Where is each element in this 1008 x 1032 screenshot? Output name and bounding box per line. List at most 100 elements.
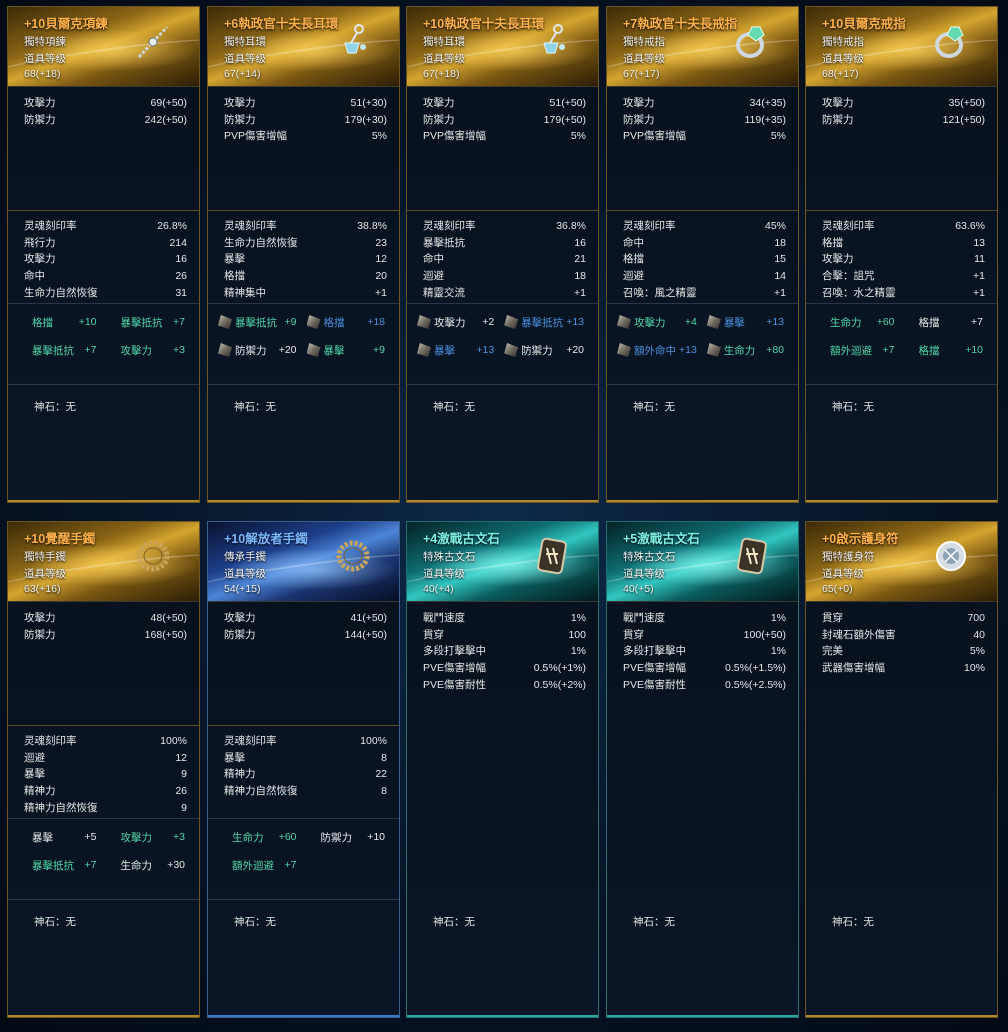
manastone-slot[interactable]: 額外迴避 +7	[218, 857, 301, 873]
item-tooltip-card[interactable]: +10執政官十夫長耳環 獨特耳環 道具等级 67(+18) 攻擊力 51(+50) 防禦力 1…	[406, 6, 599, 503]
stat-value: 18	[574, 270, 586, 283]
soul-stat-row: 召喚：水之精靈 +1	[806, 285, 997, 302]
stat-row: 攻擊力 51(+50)	[407, 95, 598, 112]
stat-label: 防禦力	[822, 113, 854, 126]
stat-row: 攻擊力 69(+50)	[8, 95, 199, 112]
item-tooltip-card[interactable]: +10貝爾克戒指 獨特戒指 道具等级 68(+17) 攻擊力 35(+50) 防禦力 121(…	[805, 6, 998, 503]
manastone-slot[interactable]: 暴擊抵抗 +13	[504, 314, 588, 330]
stat-label: 攻擊力	[623, 97, 655, 109]
stat-value: 31	[175, 286, 187, 299]
stat-value: 9	[181, 768, 187, 781]
tooltip-header: +7執政官十夫長戒指 獨特戒指 道具等级 67(+17)	[607, 7, 798, 87]
stat-label: 攻擊力	[423, 97, 455, 109]
stat-label: 精神力	[224, 768, 256, 781]
manastone-slot[interactable]: 防禦力 +20	[218, 342, 301, 358]
godstone-section: 神石：无	[208, 387, 399, 427]
item-level-label: 道具等级	[224, 53, 266, 65]
stat-value: 16	[574, 236, 586, 249]
manastone-slot[interactable]: 暴擊 +5	[18, 829, 101, 845]
item-level: 67(+17)	[623, 68, 660, 80]
manastone-slot[interactable]: 格擋 +10	[18, 314, 101, 330]
manastone-value: +2	[482, 316, 495, 328]
manastone-slot[interactable]: 生命力 +60	[816, 314, 899, 330]
item-name: +10貝爾克項鍊	[24, 17, 108, 31]
stat-label: 灵魂刻印率	[224, 220, 277, 232]
item-tooltip-card[interactable]: +7執政官十夫長戒指 獨特戒指 道具等级 67(+17) 攻擊力 34(+35) 防禦力 11…	[606, 6, 799, 503]
stat-row: 攻擊力 35(+50)	[806, 95, 997, 112]
stat-row: 防禦力 242(+50)	[8, 112, 199, 129]
stat-label: 暴擊	[224, 253, 245, 266]
manastone-slot[interactable]: 暴擊 +9	[306, 342, 390, 358]
soul-stat-row: 灵魂刻印率 38.8%	[208, 218, 399, 235]
soul-stat-row: 攻擊力 11	[806, 251, 997, 268]
stat-value: +1	[574, 286, 586, 299]
item-tooltip-card[interactable]: +10覺醒手鐲 獨特手鐲 道具等级 63(+16) 攻擊力 48(+50) 防禦力 168(+…	[7, 521, 200, 1018]
manastone-label: 攻擊力	[434, 316, 466, 329]
manastone-slot[interactable]: 暴擊抵抗 +9	[218, 314, 301, 330]
stat-value: +1	[375, 286, 387, 299]
godstone-section: 神石：无	[407, 902, 598, 942]
soul-stat-row: 精神力 26	[8, 783, 199, 800]
godstone-section: 神石：无	[8, 387, 199, 427]
soul-stat-row: 命中 21	[407, 251, 598, 268]
manastone-value: +20	[566, 344, 584, 356]
godstone-label: 神石：无	[34, 401, 76, 413]
item-tooltip-card[interactable]: +10貝爾克項鍊 獨特項鍊 道具等级 68(+18) 攻擊力 69(+50) 防禦力 242(…	[7, 6, 200, 503]
manastone-slot[interactable]: 格擋 +18	[306, 314, 390, 330]
main-stats-section: 攻擊力 48(+50) 防禦力 168(+50)	[8, 604, 199, 726]
item-type: 獨特耳環	[423, 36, 465, 48]
soul-stat-row: 格擋 15	[607, 251, 798, 268]
soul-stat-row: 命中 18	[607, 235, 798, 252]
item-tooltip-card[interactable]: +10解放者手鐲 傳承手鐲 道具等级 54(+15) 攻擊力 41(+50) 防禦力 144(…	[207, 521, 400, 1018]
godstone-label: 神石：无	[433, 401, 475, 413]
manastone-slot[interactable]: 額外命中 +13	[617, 342, 701, 358]
stat-label: 合擊：詛咒	[822, 270, 875, 283]
tooltip-header: +10執政官十夫長耳環 獨特耳環 道具等级 67(+18)	[407, 7, 598, 87]
manastone-slot[interactable]: 攻擊力 +4	[617, 314, 701, 330]
item-tooltip-card[interactable]: +0啟示護身符 獨特護身符 道具等级 65(+0) 貫穿 700 封魂石額外傷害 40 完美 5%…	[805, 521, 998, 1018]
item-level-label: 道具等级	[623, 53, 665, 65]
item-name: +10執政官十夫長耳環	[423, 17, 545, 31]
soul-stat-row: 精神力自然恢復 8	[208, 783, 399, 800]
manastone-slot[interactable]: 防禦力 +10	[307, 829, 390, 845]
item-level: 68(+18)	[24, 68, 61, 80]
manastone-slot[interactable]: 攻擊力 +3	[107, 829, 190, 845]
item-tooltip-card[interactable]: +6執政官十夫長耳環 獨特耳環 道具等级 67(+14) 攻擊力 51(+30) 防禦力 17…	[207, 6, 400, 503]
manastone-grid: 生命力 +60 格擋 +7 額外迴避 +7 格擋 +10	[816, 314, 987, 358]
item-level: 63(+16)	[24, 583, 61, 595]
stat-label: 攻擊力	[224, 97, 256, 109]
stat-label: 暴擊	[224, 751, 245, 764]
item-type: 獨特戒指	[822, 36, 864, 48]
main-stats-section: 攻擊力 69(+50) 防禦力 242(+50)	[8, 89, 199, 211]
manastone-slot[interactable]: 生命力 +30	[107, 857, 190, 873]
manastone-slot[interactable]: 生命力 +60	[218, 829, 301, 845]
godstone-label: 神石：无	[34, 916, 76, 928]
godstone-section: 神石：无	[607, 902, 798, 942]
manastone-slot[interactable]: 防禦力 +20	[504, 342, 588, 358]
stat-row: 攻擊力 41(+50)	[208, 610, 399, 627]
manastone-slot[interactable]: 暴擊 +13	[417, 342, 498, 358]
soul-stat-row: 暴擊 8	[208, 750, 399, 767]
manastone-slot[interactable]: 暴擊 +13	[706, 314, 788, 330]
manastone-label: 生命力	[830, 316, 862, 329]
manastone-slot[interactable]: 攻擊力 +2	[417, 314, 498, 330]
item-type: 獨特護身符	[822, 551, 875, 563]
manastone-value: +80	[766, 344, 784, 356]
manastone-slot[interactable]: 格擋 +7	[905, 314, 988, 330]
tooltip-header: +0啟示護身符 獨特護身符 道具等级 65(+0)	[806, 522, 997, 602]
manastone-slot[interactable]: 額外迴避 +7	[816, 342, 899, 358]
item-level: 65(+0)	[822, 583, 853, 595]
manastone-slot[interactable]: 攻擊力 +3	[107, 342, 190, 358]
manastone-icon	[706, 315, 721, 329]
manastone-slot[interactable]: 暴擊抵抗 +7	[18, 342, 101, 358]
stat-value: 23	[375, 236, 387, 249]
manastone-slot[interactable]: 格擋 +10	[905, 342, 988, 358]
item-tooltip-card[interactable]: +4激戰古文石 特殊古文石 道具等级 40(+4) 戰鬥速度 1% 貫穿 100 多段打擊擊中 1…	[406, 521, 599, 1018]
stat-value: 18	[774, 236, 786, 249]
manastone-slot[interactable]: 暴擊抵抗 +7	[18, 857, 101, 873]
manastone-slot[interactable]: 生命力 +80	[706, 342, 788, 358]
soul-stat-row: 灵魂刻印率 63.6%	[806, 218, 997, 235]
item-tooltip-card[interactable]: +5激戰古文石 特殊古文石 道具等级 40(+5) 戰鬥速度 1% 貫穿 100(+50) 多段…	[606, 521, 799, 1018]
stat-row: 攻擊力 51(+30)	[208, 95, 399, 112]
manastone-slot[interactable]: 暴擊抵抗 +7	[107, 314, 190, 330]
